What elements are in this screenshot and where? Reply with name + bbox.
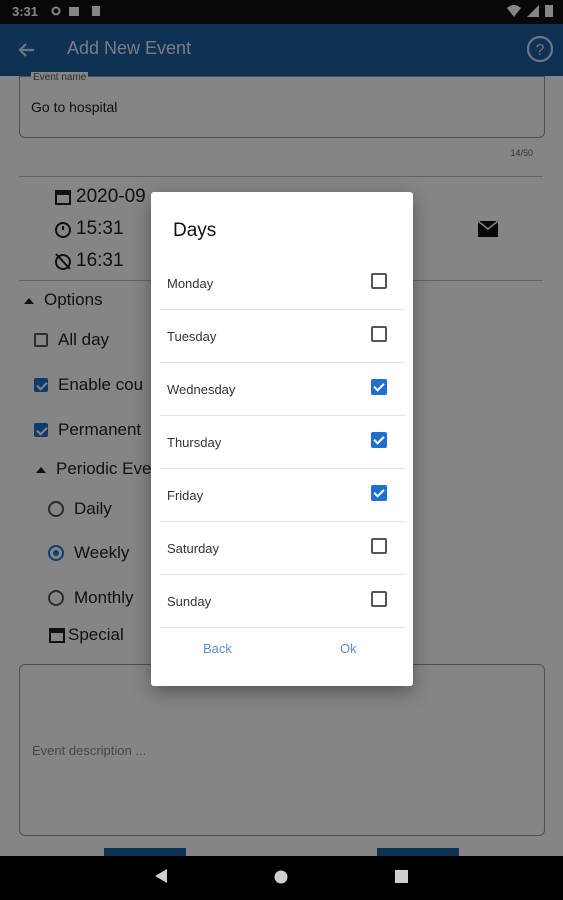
day-row-wednesday[interactable]: Wednesday — [160, 362, 405, 416]
day-checkbox-wednesday[interactable] — [371, 379, 387, 395]
day-row-tuesday[interactable]: Tuesday — [160, 309, 405, 363]
dialog-title: Days — [173, 220, 217, 241]
day-checkbox-thursday[interactable] — [371, 432, 387, 448]
recents-nav-icon[interactable] — [395, 870, 408, 883]
day-label: Tuesday — [167, 329, 217, 344]
day-checkbox-monday[interactable] — [371, 273, 387, 289]
day-checkbox-saturday[interactable] — [371, 538, 387, 554]
ok-button[interactable]: Ok — [340, 641, 357, 656]
back-button[interactable]: Back — [203, 641, 232, 656]
day-row-friday[interactable]: Friday — [160, 468, 405, 522]
day-checkbox-sunday[interactable] — [371, 591, 387, 607]
day-row-thursday[interactable]: Thursday — [160, 415, 405, 469]
navigation-bar — [0, 856, 563, 900]
day-checkbox-friday[interactable] — [371, 485, 387, 501]
home-nav-icon[interactable] — [274, 870, 288, 884]
day-label: Friday — [167, 488, 204, 503]
day-checkbox-tuesday[interactable] — [371, 326, 387, 342]
day-label: Monday — [167, 276, 214, 291]
back-nav-icon[interactable] — [154, 868, 168, 884]
day-row-monday[interactable]: Monday — [160, 256, 405, 310]
day-label: Sunday — [167, 594, 212, 609]
days-dialog: Days Monday Tuesday Wednesday Thursday F… — [151, 192, 413, 686]
day-label: Thursday — [167, 435, 222, 450]
day-label: Wednesday — [167, 382, 236, 397]
day-row-saturday[interactable]: Saturday — [160, 521, 405, 575]
day-label: Saturday — [167, 541, 220, 556]
day-row-sunday[interactable]: Sunday — [160, 574, 405, 628]
